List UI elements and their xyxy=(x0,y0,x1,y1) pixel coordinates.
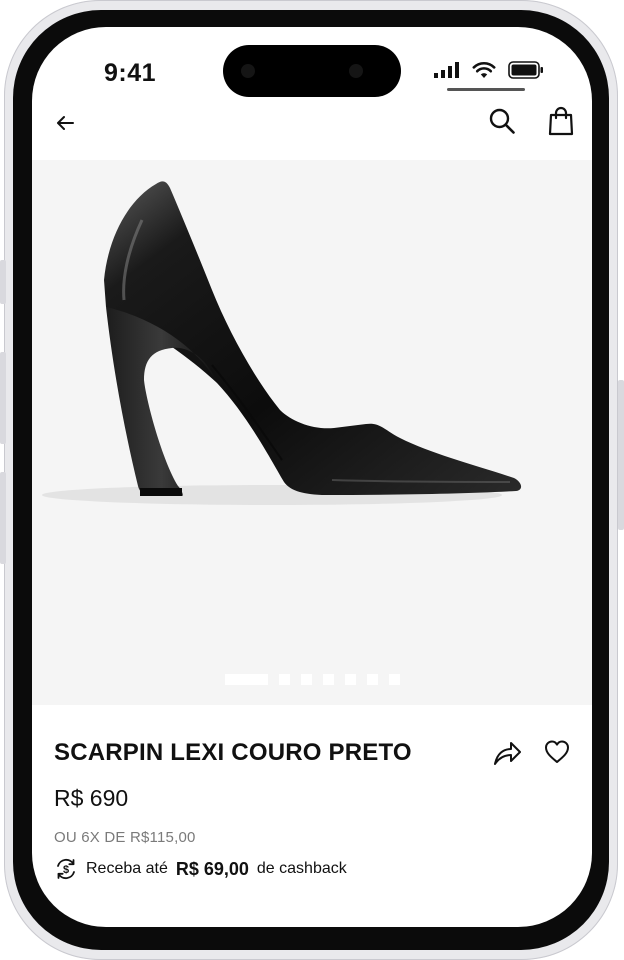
volume-up-button xyxy=(0,352,6,444)
share-icon xyxy=(494,742,521,765)
svg-text:$: $ xyxy=(63,864,69,876)
carousel-dot-active[interactable] xyxy=(225,674,268,685)
carousel-pagination xyxy=(225,674,400,685)
carousel-dot[interactable] xyxy=(301,674,312,685)
carousel-dot[interactable] xyxy=(345,674,356,685)
heart-icon xyxy=(545,740,569,763)
carousel-dot[interactable] xyxy=(367,674,378,685)
status-icons xyxy=(434,61,544,79)
cashback-info: $ Receba até R$ 69,00 de cashback xyxy=(54,857,347,881)
cashback-amount: R$ 69,00 xyxy=(175,858,249,879)
cashback-icon: $ xyxy=(57,858,75,880)
search-icon xyxy=(489,108,515,134)
installments-text: OU 6X DE R$115,00 xyxy=(54,829,196,846)
action-button xyxy=(0,260,6,304)
status-underline xyxy=(447,88,525,91)
product-title: SCARPIN LEXI COURO PRETO xyxy=(54,739,412,766)
shopping-bag-icon xyxy=(548,106,574,136)
carousel-dot[interactable] xyxy=(389,674,400,685)
cashback-prefix: Receba até xyxy=(86,860,168,877)
search-button[interactable] xyxy=(487,106,517,136)
status-time: 9:41 xyxy=(104,59,157,87)
carousel-dot[interactable] xyxy=(323,674,334,685)
dynamic-island xyxy=(223,45,401,97)
bag-button[interactable] xyxy=(547,106,575,136)
share-button[interactable] xyxy=(492,739,522,767)
product-image xyxy=(42,181,522,505)
favorite-button[interactable] xyxy=(543,738,571,766)
back-button[interactable] xyxy=(52,110,78,136)
product-price: R$ 690 xyxy=(54,785,129,811)
camera-icon xyxy=(349,64,363,78)
app-screen: 9:41 SCARPIN LEXI COURO PRETO R$ 690 OU … xyxy=(32,27,592,927)
volume-down-button xyxy=(0,472,6,564)
cashback-suffix: de cashback xyxy=(256,860,347,877)
arrow-left-icon xyxy=(57,116,74,130)
carousel-dot[interactable] xyxy=(279,674,290,685)
sensor-icon xyxy=(241,64,255,78)
battery-icon xyxy=(508,61,543,79)
product-image-carousel[interactable] xyxy=(32,160,592,705)
power-button xyxy=(618,380,624,530)
cellular-signal-icon xyxy=(434,62,459,78)
wifi-icon xyxy=(472,61,496,78)
